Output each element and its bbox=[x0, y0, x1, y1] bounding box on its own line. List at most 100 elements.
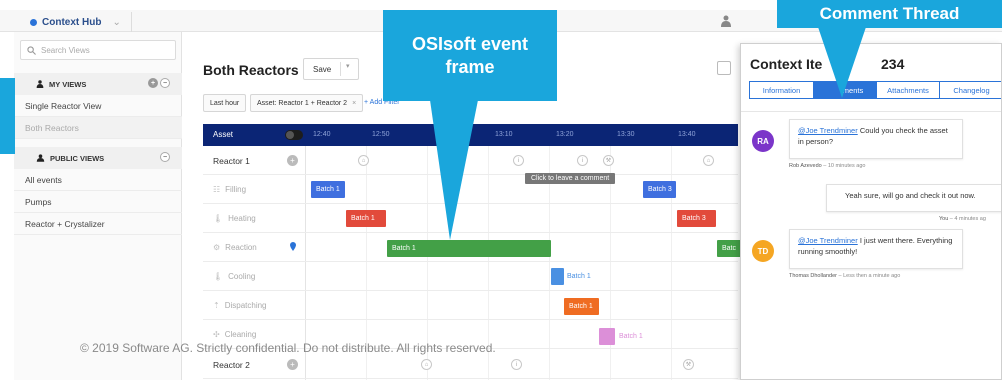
tooltip: Click to leave a comment bbox=[525, 173, 616, 184]
panel-tabs: Information ments Attachments Changelog bbox=[749, 81, 1001, 99]
sidebar-item-label: Reactor + Crystalizer bbox=[25, 218, 105, 229]
callout-comment-thread: Comment Thread bbox=[777, 0, 1002, 28]
filter-label: Last hour bbox=[210, 99, 240, 107]
info-icon[interactable]: i bbox=[577, 155, 588, 166]
sidebar-item-all-events[interactable]: All events bbox=[14, 169, 182, 191]
avatar: RA bbox=[752, 130, 774, 152]
wrench-icon[interactable]: ⚒ bbox=[683, 359, 694, 370]
page-title: Both Reactors bbox=[203, 62, 299, 78]
batch-bar[interactable] bbox=[551, 268, 564, 285]
sidebar-item-both-reactors[interactable]: Both Reactors bbox=[14, 117, 182, 139]
app-tab[interactable]: Context Hub ⌄ bbox=[18, 12, 132, 32]
info-icon[interactable]: i bbox=[511, 359, 522, 370]
tab-attachments[interactable]: Attachments bbox=[876, 81, 940, 99]
sidebar-item-reactor-crystalizer[interactable]: Reactor + Crystalizer bbox=[14, 213, 182, 235]
wrench-icon[interactable]: ⚒ bbox=[603, 155, 614, 166]
timeline-row-cooling[interactable]: 🌡 Cooling Batch 1 bbox=[203, 262, 738, 291]
event-icon[interactable]: ⌂ bbox=[703, 155, 714, 166]
avatar: TD bbox=[752, 240, 774, 262]
mention-link[interactable]: @Joe Trendminer bbox=[798, 126, 858, 135]
event-icon[interactable]: ⌂ bbox=[421, 359, 432, 370]
sidebar-item-label: Both Reactors bbox=[25, 122, 79, 133]
timeline-row-dispatching[interactable]: ⇡ Dispatching Batch 1 bbox=[203, 291, 738, 320]
row-name: Cooling bbox=[228, 272, 256, 281]
search-input[interactable]: Search Views bbox=[20, 40, 176, 60]
public-views-header[interactable]: PUBLIC VIEWS − bbox=[14, 147, 182, 169]
batch-bar[interactable]: Batch 3 bbox=[677, 210, 716, 227]
comment-author: You bbox=[939, 216, 949, 222]
sidebar-item-single-reactor-view[interactable]: Single Reactor View bbox=[14, 95, 182, 117]
batch-bar[interactable] bbox=[599, 328, 615, 345]
my-views-header[interactable]: MY VIEWS + − bbox=[14, 73, 182, 95]
search-icon bbox=[27, 45, 36, 55]
copyright-notice: © 2019 Software AG. Strictly confidentia… bbox=[80, 341, 496, 355]
cleaning-icon: ✣ bbox=[213, 330, 220, 339]
mention-link[interactable]: @Joe Trendminer bbox=[798, 236, 858, 245]
time-label: 13:30 bbox=[617, 131, 635, 138]
time-label: 13:20 bbox=[556, 131, 574, 138]
sidebar-item-label: Single Reactor View bbox=[25, 100, 102, 111]
timeline-row-reaction[interactable]: ⚙ Reaction Batch 1 Batc bbox=[203, 233, 741, 262]
comment-author: Rob Azevedo bbox=[789, 163, 822, 169]
tab-label: Information bbox=[762, 85, 801, 95]
info-icon[interactable]: i bbox=[513, 155, 524, 166]
row-label: ☷ Filling bbox=[213, 185, 246, 194]
sidebar-item-pumps[interactable]: Pumps bbox=[14, 191, 182, 213]
row-label: ⇡ Dispatching bbox=[213, 301, 267, 310]
comment-author: Thomas Dhollander bbox=[789, 273, 837, 279]
panel-title: Context Ite 234 bbox=[750, 56, 904, 72]
context-hub-logo-icon bbox=[30, 18, 37, 26]
batch-bar[interactable]: Batch 3 bbox=[643, 181, 676, 198]
time-label: 13:10 bbox=[495, 131, 513, 138]
timeline-row-reactor-1[interactable]: Reactor 1 + ⌂ i i ⚒ ⌂ bbox=[203, 146, 738, 175]
batch-bar[interactable]: Batch 1 bbox=[311, 181, 345, 198]
chevron-down-icon[interactable]: ▾ bbox=[346, 62, 350, 70]
comment-bubble-own: Yeah sure, will go and check it out now. bbox=[826, 184, 1001, 212]
batch-bar[interactable]: Batch 1 bbox=[346, 210, 386, 227]
asset-filter-chip[interactable]: Asset: Reactor 1 + Reactor 2 × bbox=[250, 94, 364, 112]
batch-bar[interactable]: Batch 1 bbox=[387, 240, 551, 257]
layout-icon[interactable] bbox=[717, 61, 731, 75]
timeline-row-filling[interactable]: ☷ Filling Batch 1 Batch 3 bbox=[203, 175, 738, 204]
row-label: Reactor 2 bbox=[213, 360, 250, 370]
user-icon bbox=[36, 80, 44, 88]
batch-bar-truncated[interactable]: Batc bbox=[717, 240, 741, 257]
panel-title-right: 234 bbox=[881, 56, 905, 72]
batch-bar[interactable]: Batch 1 bbox=[564, 298, 599, 315]
row-name: Reaction bbox=[225, 243, 257, 252]
filling-icon: ☷ bbox=[213, 185, 221, 194]
chevron-down-icon[interactable]: ⌄ bbox=[112, 17, 120, 28]
comment-meta: Rob Azevedo – 10 minutes ago bbox=[789, 163, 865, 169]
time-label: 12:40 bbox=[313, 131, 331, 138]
close-icon[interactable]: × bbox=[352, 100, 356, 107]
add-icon[interactable]: + bbox=[287, 155, 298, 166]
comment-text: Yeah sure, will go and check it out now. bbox=[845, 191, 976, 200]
asset-column-header: Asset bbox=[213, 130, 234, 139]
event-icon[interactable]: ⌂ bbox=[358, 155, 369, 166]
timeline-row-heating[interactable]: 🌡 Heating Batch 1 Batch 3 bbox=[203, 204, 738, 233]
reaction-icon: ⚙ bbox=[213, 243, 221, 252]
save-button[interactable]: Save ▾ bbox=[303, 58, 359, 80]
thermometer-icon: 🌡 bbox=[213, 214, 224, 223]
sidebar-item-label: Pumps bbox=[25, 196, 52, 207]
comment-time: – 10 minutes ago bbox=[821, 163, 866, 169]
add-icon[interactable]: + bbox=[287, 359, 298, 370]
time-label: 13:40 bbox=[678, 131, 696, 138]
comment-time: – Less then a minute ago bbox=[837, 273, 901, 279]
collapse-icon[interactable]: − bbox=[160, 152, 170, 162]
tab-comments[interactable]: ments bbox=[813, 81, 877, 99]
row-name: Reactor 2 bbox=[213, 360, 250, 370]
tab-label: Changelog bbox=[953, 85, 990, 95]
pin-icon[interactable] bbox=[290, 242, 296, 251]
tab-information[interactable]: Information bbox=[749, 81, 814, 99]
search-placeholder: Search Views bbox=[41, 45, 90, 55]
tab-changelog[interactable]: Changelog bbox=[939, 81, 1001, 99]
collapse-icon[interactable]: − bbox=[160, 78, 170, 88]
row-name: Filling bbox=[225, 185, 247, 194]
user-icon[interactable] bbox=[721, 15, 731, 27]
time-filter-chip[interactable]: Last hour bbox=[203, 94, 247, 112]
add-view-icon[interactable]: + bbox=[148, 78, 158, 88]
asset-toggle[interactable] bbox=[285, 130, 303, 140]
row-label: Reactor 1 bbox=[213, 156, 250, 166]
app-title: Context Hub bbox=[42, 16, 102, 28]
